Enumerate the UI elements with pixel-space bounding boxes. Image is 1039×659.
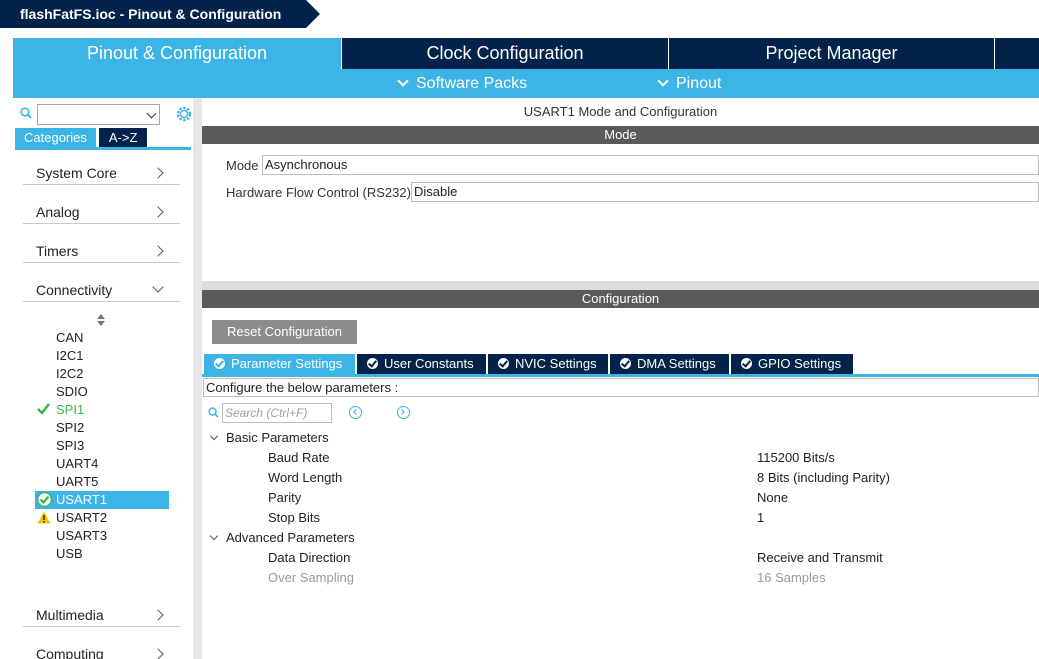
advanced-parameters-group[interactable]: Advanced Parameters	[226, 530, 355, 545]
tab-parameter-settings[interactable]: Parameter Settings	[204, 354, 355, 374]
peripheral-uart5[interactable]: UART5	[56, 473, 98, 491]
page-title: USART1 Mode and Configuration	[523, 104, 718, 119]
panel-splitter[interactable]	[193, 98, 202, 659]
param-parity-value[interactable]: None	[757, 490, 788, 505]
check-circle-icon	[367, 358, 378, 369]
chevron-down-icon	[657, 75, 669, 87]
tab-clock-configuration[interactable]: Clock Configuration	[342, 38, 669, 69]
chevron-down-icon[interactable]	[209, 431, 219, 441]
left-panel: Categories A->Z System Core Analog Timer…	[13, 98, 193, 659]
tab-user-constants[interactable]: User Constants	[357, 354, 486, 374]
tab-project-manager[interactable]: Project Manager	[669, 38, 995, 69]
chevron-right-icon	[152, 609, 164, 621]
peripheral-usart2[interactable]: USART2	[56, 509, 107, 527]
chevron-right-icon	[152, 206, 164, 218]
tab-a-to-z[interactable]: A->Z	[98, 128, 148, 147]
configuration-tabs: Parameter Settings User Constants NVIC S…	[204, 354, 855, 374]
param-over-sampling-value: 16 Samples	[757, 570, 826, 585]
sub-menu-bar: Software Packs Pinout	[13, 69, 1039, 98]
param-data-direction-value[interactable]: Receive and Transmit	[757, 550, 883, 565]
previous-match-button[interactable]	[349, 406, 362, 419]
tab-gpio-settings[interactable]: GPIO Settings	[731, 354, 853, 374]
category-connectivity[interactable]: Connectivity	[23, 278, 180, 302]
breadcrumb-arrow	[306, 0, 320, 28]
tab-categories[interactable]: Categories	[15, 128, 96, 147]
view-tabs: Categories A->Z	[15, 128, 148, 147]
peripheral-spi1[interactable]: SPI1	[56, 401, 84, 419]
param-baud-rate[interactable]: Baud Rate	[268, 450, 329, 465]
category-timers[interactable]: Timers	[23, 239, 180, 263]
param-baud-rate-value[interactable]: 115200 Bits/s	[757, 450, 835, 465]
flow-control-label: Hardware Flow Control (RS232)	[226, 185, 411, 200]
chevron-right-icon	[152, 648, 164, 659]
mode-label: Mode	[226, 158, 259, 173]
category-system-core[interactable]: System Core	[23, 161, 180, 185]
main-tabs: Pinout & Configuration Clock Configurati…	[13, 38, 1039, 69]
breadcrumb-bar: flashFatFS.ioc - Pinout & Configuration	[0, 0, 1039, 28]
breadcrumb[interactable]: flashFatFS.ioc - Pinout & Configuration	[0, 0, 306, 28]
category-computing[interactable]: Computing	[23, 642, 180, 659]
configuration-tabs-underline	[202, 374, 1039, 377]
chevron-right-icon	[152, 167, 164, 179]
tab-dma-settings[interactable]: DMA Settings	[610, 354, 729, 374]
tab-tools[interactable]	[995, 38, 1039, 69]
peripheral-i2c2[interactable]: I2C2	[56, 365, 83, 383]
view-tabs-underline	[15, 147, 191, 150]
configuration-section-header: Configuration	[202, 290, 1039, 308]
right-panel: USART1 Mode and Configuration Mode Mode …	[202, 98, 1039, 659]
pinout-menu[interactable]: Pinout	[657, 69, 721, 98]
param-data-direction[interactable]: Data Direction	[268, 550, 350, 565]
check-icon	[37, 403, 50, 414]
warning-icon	[37, 511, 51, 524]
configure-instructions: Configure the below parameters :	[203, 378, 1039, 397]
peripheral-usart3[interactable]: USART3	[56, 527, 107, 545]
peripheral-can[interactable]: CAN	[56, 329, 83, 347]
search-icon	[20, 107, 32, 119]
next-match-button[interactable]	[397, 406, 410, 419]
chevron-down-icon[interactable]	[209, 531, 219, 541]
tab-pinout-configuration[interactable]: Pinout & Configuration	[13, 38, 342, 69]
chevron-down-icon[interactable]	[146, 108, 157, 119]
peripheral-sdio[interactable]: SDIO	[56, 383, 88, 401]
param-parity[interactable]: Parity	[268, 490, 301, 505]
mode-section-header: Mode	[202, 126, 1039, 144]
check-circle-icon	[214, 358, 225, 369]
search-icon	[208, 407, 219, 418]
chevron-down-icon	[397, 75, 409, 87]
check-circle-icon	[620, 358, 631, 369]
software-packs-menu[interactable]: Software Packs	[397, 69, 527, 98]
param-stop-bits[interactable]: Stop Bits	[268, 510, 320, 525]
sort-icon[interactable]	[96, 314, 106, 326]
param-word-length-value[interactable]: 8 Bits (including Parity)	[757, 470, 890, 485]
tab-nvic-settings[interactable]: NVIC Settings	[488, 354, 608, 374]
check-circle-icon	[37, 492, 52, 507]
peripheral-spi3[interactable]: SPI3	[56, 437, 84, 455]
peripheral-usart1[interactable]: USART1	[56, 491, 107, 509]
peripheral-uart4[interactable]: UART4	[56, 455, 98, 473]
reset-configuration-button[interactable]: Reset Configuration	[212, 320, 357, 344]
parameter-search-input[interactable]: Search (Ctrl+F)	[222, 403, 332, 423]
flow-control-select[interactable]: Disable	[411, 182, 1039, 202]
check-circle-icon	[498, 358, 509, 369]
param-over-sampling: Over Sampling	[268, 570, 354, 585]
chevron-right-icon	[152, 245, 164, 257]
mode-select[interactable]: Asynchronous	[262, 155, 1039, 175]
peripheral-i2c1[interactable]: I2C1	[56, 347, 83, 365]
peripheral-spi2[interactable]: SPI2	[56, 419, 84, 437]
category-multimedia[interactable]: Multimedia	[23, 603, 180, 627]
category-search-combo[interactable]	[37, 104, 160, 125]
check-circle-icon	[741, 358, 752, 369]
param-word-length[interactable]: Word Length	[268, 470, 342, 485]
peripheral-usb[interactable]: USB	[56, 545, 83, 563]
param-stop-bits-value[interactable]: 1	[757, 510, 764, 525]
category-analog[interactable]: Analog	[23, 200, 180, 224]
gear-icon[interactable]	[175, 105, 193, 123]
chevron-down-icon	[152, 281, 164, 293]
basic-parameters-group[interactable]: Basic Parameters	[226, 430, 329, 445]
